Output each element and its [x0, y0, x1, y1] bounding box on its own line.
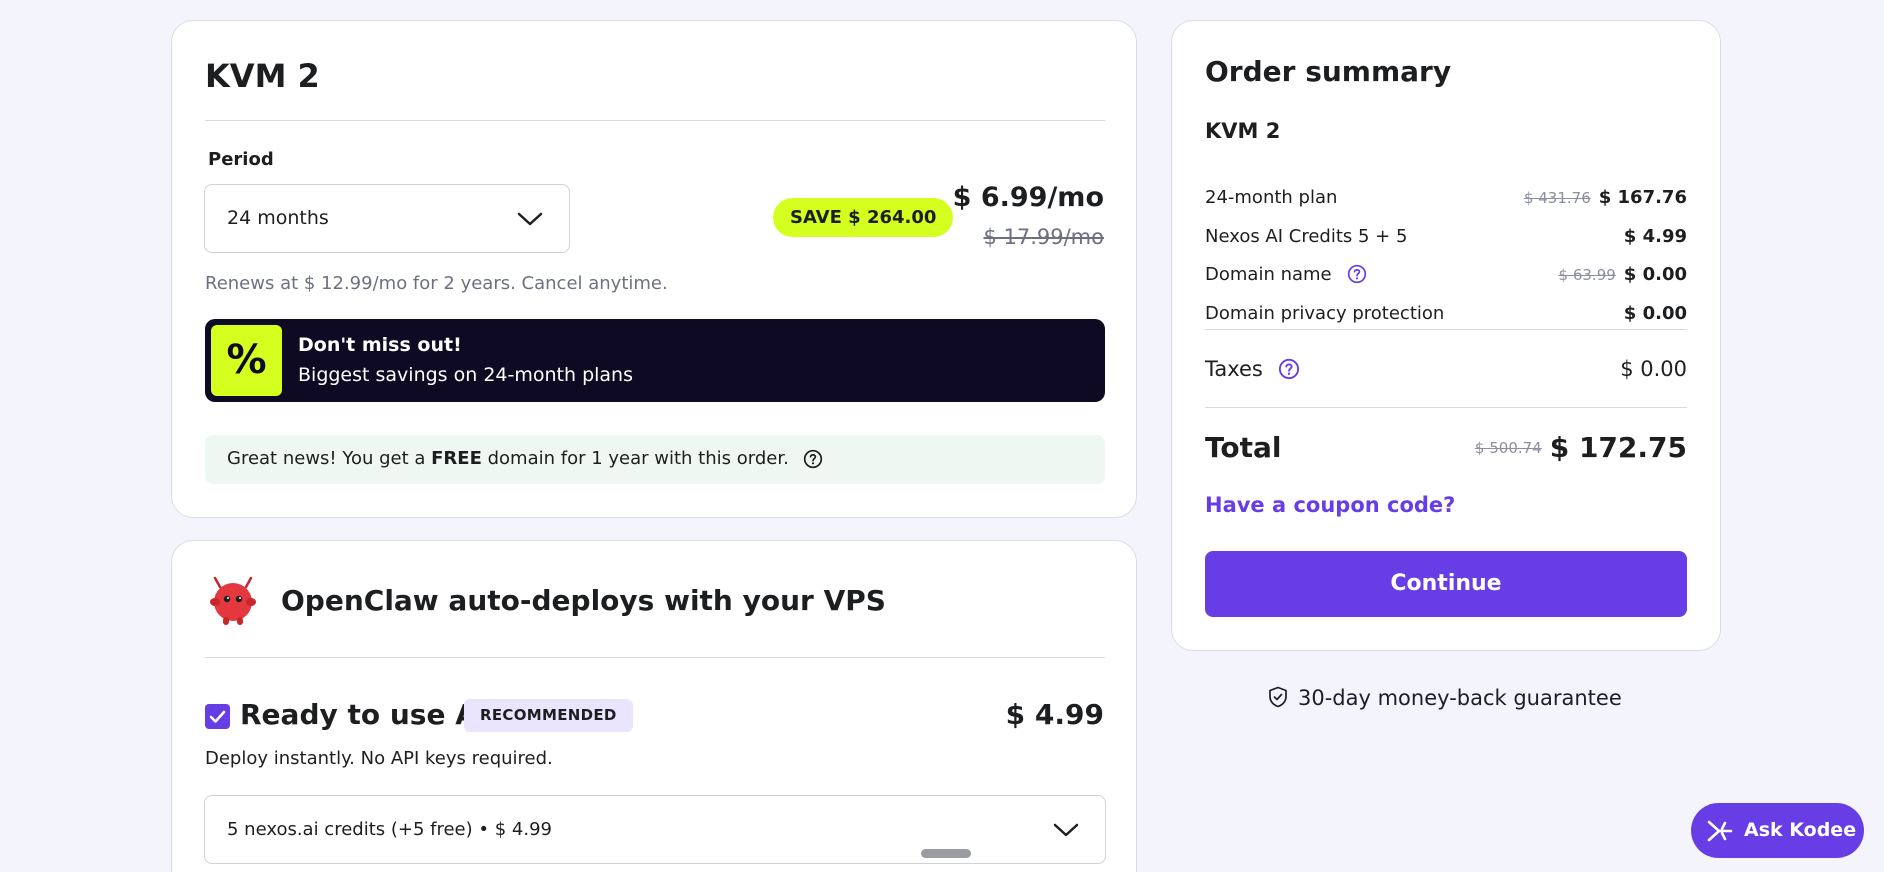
recommended-badge: RECOMMENDED: [464, 699, 633, 732]
divider: [205, 120, 1105, 121]
chevron-down-icon: [517, 212, 543, 226]
line-price: $ 167.76: [1598, 187, 1687, 208]
period-dropdown[interactable]: 24 months: [204, 184, 570, 253]
addon-card: OpenClaw auto-deploys with your VPS Read…: [171, 540, 1137, 872]
promo-banner: % Don't miss out! Biggest savings on 24-…: [205, 319, 1105, 402]
ready-ai-checkbox[interactable]: [205, 704, 230, 729]
summary-row-privacy: Domain privacy protection $ 0.00: [1205, 303, 1687, 324]
free-domain-text: Great news! You get a FREE domain for 1 …: [227, 448, 823, 469]
order-summary-card: Order summary KVM 2 24-month plan $ 431.…: [1171, 20, 1721, 651]
shield-check-icon: [1269, 686, 1287, 708]
summary-row-credits: Nexos AI Credits 5 + 5 $ 4.99: [1205, 226, 1687, 247]
period-label: Period: [208, 149, 274, 170]
total-label: Total: [1205, 431, 1282, 464]
addon-title: OpenClaw auto-deploys with your VPS: [281, 584, 886, 617]
free-domain-notice: Great news! You get a FREE domain for 1 …: [205, 435, 1105, 484]
total-price: $ 172.75: [1549, 431, 1687, 464]
addon-price: $ 4.99: [1005, 698, 1104, 731]
addon-description: Deploy instantly. No API keys required.: [205, 748, 553, 769]
summary-row-plan: 24-month plan $ 431.76 $ 167.76: [1205, 187, 1687, 208]
monthly-price: $ 6.99/mo: [952, 182, 1104, 213]
renewal-note: Renews at $ 12.99/mo for 2 years. Cancel…: [205, 273, 668, 294]
question-circle-icon[interactable]: [1347, 264, 1367, 284]
openclaw-logo-icon: [210, 576, 256, 625]
line-price: $ 0.00: [1623, 264, 1687, 285]
divider: [1205, 329, 1687, 330]
ask-kodee-label: Ask Kodee: [1744, 819, 1857, 841]
line-price: $ 0.00: [1623, 303, 1687, 324]
promo-subtitle: Biggest savings on 24-month plans: [298, 364, 633, 386]
divider: [1205, 407, 1687, 408]
scroll-handle[interactable]: [921, 849, 971, 858]
old-price: $ 431.76: [1523, 189, 1591, 207]
save-badge: SAVE $ 264.00: [773, 198, 954, 237]
plan-card: KVM 2 Period 24 months SAVE $ 264.00 $ 6…: [171, 20, 1137, 518]
percent-icon: %: [211, 325, 282, 396]
addon-option-title: Ready to use AI: [240, 698, 488, 731]
taxes-value: $ 0.00: [1620, 357, 1687, 381]
checkout-page: KVM 2 Period 24 months SAVE $ 264.00 $ 6…: [0, 0, 1884, 872]
plan-title: KVM 2: [205, 57, 320, 95]
ask-kodee-button[interactable]: Ask Kodee: [1691, 803, 1864, 858]
period-value: 24 months: [227, 207, 329, 229]
total-old-price: $ 500.74: [1474, 438, 1542, 457]
credits-value: 5 nexos.ai credits (+5 free) • $ 4.99: [227, 819, 552, 840]
question-circle-icon[interactable]: [803, 449, 823, 469]
continue-button[interactable]: Continue: [1205, 551, 1687, 617]
checkmark-icon: [209, 710, 226, 723]
coupon-link[interactable]: Have a coupon code?: [1205, 493, 1455, 517]
order-summary-title: Order summary: [1205, 55, 1452, 88]
chevron-down-icon: [1053, 823, 1079, 837]
summary-product-name: KVM 2: [1205, 119, 1281, 143]
money-back-guarantee: 30-day money-back guarantee: [1268, 686, 1622, 710]
total-row: Total $ 500.74 $ 172.75: [1205, 431, 1687, 471]
old-monthly-price: $ 17.99/mo: [983, 225, 1104, 249]
question-circle-icon[interactable]: [1278, 358, 1300, 380]
old-price: $ 63.99: [1558, 266, 1616, 284]
line-price: $ 4.99: [1623, 226, 1687, 247]
divider: [205, 657, 1105, 658]
summary-row-domain: Domain name $ 63.99 $ 0.00: [1205, 264, 1687, 285]
promo-title: Don't miss out!: [298, 334, 462, 356]
sparkle-icon: [1707, 820, 1733, 842]
